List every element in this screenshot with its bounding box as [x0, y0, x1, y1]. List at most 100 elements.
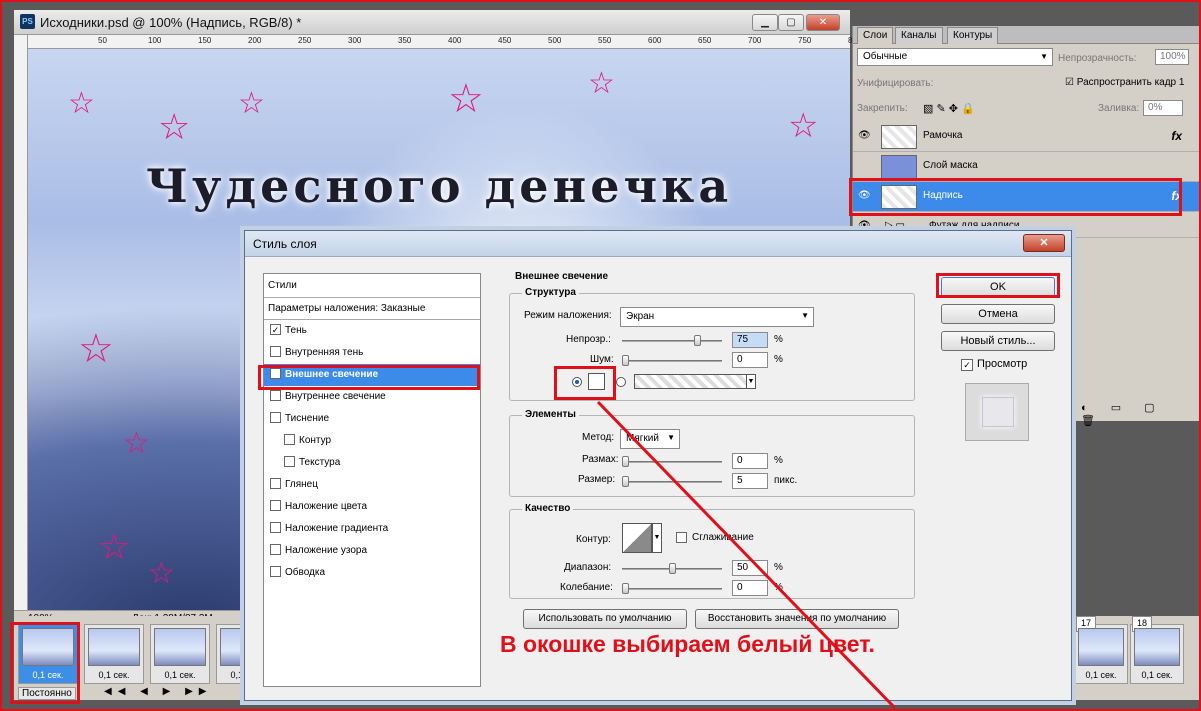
style-item[interactable]: Глянец — [264, 474, 480, 496]
style-item[interactable]: Наложение узора — [264, 540, 480, 562]
size-label: Размер: — [578, 474, 616, 485]
size-unit: пикс. — [774, 475, 798, 486]
layer-name: Надпись — [923, 190, 963, 201]
style-checkbox[interactable] — [270, 500, 281, 511]
style-item[interactable]: ✓ Тень — [264, 320, 480, 342]
style-item[interactable]: ✓ Внешнее свечение — [264, 364, 480, 386]
color-radio[interactable] — [572, 377, 582, 387]
maximize-button[interactable]: ▢ — [778, 14, 804, 31]
ruler-tick: 100 — [148, 36, 162, 45]
chevron-down-icon[interactable]: ▼ — [652, 523, 662, 553]
document-titlebar[interactable]: PS Исходники.psd @ 100% (Надпись, RGB/8)… — [14, 10, 850, 35]
style-checkbox[interactable] — [270, 522, 281, 533]
blend-options-item[interactable]: Параметры наложения: Заказные — [264, 298, 480, 320]
fx-icon[interactable]: fx — [1171, 189, 1182, 203]
star-decoration: ☆ — [588, 67, 615, 100]
frame-thumbnail — [1134, 628, 1180, 666]
style-item[interactable]: Обводка — [264, 562, 480, 584]
eye-icon[interactable] — [858, 160, 872, 172]
preview-checkbox[interactable]: ✓ — [961, 359, 973, 371]
close-button[interactable]: ✕ — [806, 14, 840, 31]
chevron-down-icon[interactable]: ▼ — [746, 374, 756, 389]
layer-row[interactable]: Слой маска — [853, 152, 1201, 182]
fill-input[interactable]: 0% — [1143, 100, 1183, 116]
style-checkbox[interactable] — [284, 434, 295, 445]
frame-thumbnail — [88, 628, 140, 666]
style-checkbox[interactable] — [270, 412, 281, 423]
method-select[interactable]: Мягкий ▼ — [620, 429, 680, 449]
animation-frame[interactable]: 0,1 сек. — [18, 624, 78, 684]
contour-picker[interactable] — [622, 523, 652, 553]
style-checkbox[interactable] — [270, 544, 281, 555]
spread-input[interactable]: 0 — [732, 453, 768, 469]
animation-frame[interactable]: 0,1 сек. — [150, 624, 210, 684]
jitter-input[interactable]: 0 — [732, 580, 768, 596]
range-input[interactable]: 50 — [732, 560, 768, 576]
style-item[interactable]: Внутреннее свечение — [264, 386, 480, 408]
reset-defaults-button[interactable]: Восстановить значения по умолчанию — [695, 609, 899, 629]
style-checkbox[interactable] — [270, 346, 281, 357]
preview-label: Просмотр — [977, 358, 1028, 370]
dialog-close-button[interactable]: ✕ — [1023, 234, 1065, 252]
style-checkbox[interactable]: ✓ — [270, 368, 281, 379]
style-checkbox[interactable] — [270, 566, 281, 577]
frame-delay[interactable]: 0,1 сек. — [19, 670, 77, 680]
layer-blend-mode[interactable]: Обычные ▼ — [857, 48, 1053, 66]
style-checkbox[interactable] — [270, 390, 281, 401]
frame-delay[interactable]: 0,1 сек. — [151, 670, 209, 680]
tab-paths[interactable]: Контуры — [947, 27, 999, 44]
dialog-title: Стиль слоя — [253, 237, 317, 251]
noise-slider[interactable] — [622, 355, 722, 367]
opacity-input[interactable]: 75 — [732, 332, 768, 348]
new-style-button[interactable]: Новый стиль... — [941, 331, 1055, 351]
style-checkbox[interactable] — [284, 456, 295, 467]
playback-controls[interactable]: ◀◀ ◀ ▶ ▶▶ — [104, 686, 212, 697]
style-item[interactable]: Наложение градиента — [264, 518, 480, 540]
loop-select[interactable]: Постоянно — [18, 687, 76, 700]
ok-button[interactable]: OK — [941, 277, 1055, 297]
fx-icon[interactable]: fx — [1171, 129, 1182, 143]
size-slider[interactable] — [622, 476, 722, 488]
size-input[interactable]: 5 — [732, 473, 768, 489]
style-item[interactable]: Тиснение — [264, 408, 480, 430]
propagate-checkbox[interactable]: ☑ Распространить кадр 1 — [1065, 77, 1184, 88]
layer-row[interactable]: 👁 Надпись fx — [853, 182, 1201, 212]
layer-row[interactable]: 👁 Рамочка fx — [853, 122, 1201, 152]
style-item[interactable]: Внутренняя тень — [264, 342, 480, 364]
frame-delay[interactable]: 0,1 сек. — [1131, 670, 1183, 680]
opacity-slider[interactable] — [622, 335, 722, 347]
spread-slider[interactable] — [622, 456, 722, 468]
style-checkbox[interactable] — [270, 478, 281, 489]
lock-icons[interactable]: ▧ ✎ ✥ 🔒 — [923, 102, 975, 115]
gradient-radio[interactable] — [616, 377, 626, 387]
cancel-button[interactable]: Отмена — [941, 304, 1055, 324]
style-checkbox[interactable]: ✓ — [270, 324, 281, 335]
blend-mode-select[interactable]: Экран ▼ — [620, 307, 814, 327]
eye-icon[interactable]: 👁 — [858, 130, 872, 142]
range-slider[interactable] — [622, 563, 722, 575]
style-item[interactable]: Текстура — [264, 452, 480, 474]
antialias-checkbox[interactable] — [676, 532, 687, 543]
tab-channels[interactable]: Каналы — [895, 27, 943, 44]
styles-header[interactable]: Стили — [264, 274, 480, 298]
jitter-slider[interactable] — [622, 583, 722, 595]
make-default-button[interactable]: Использовать по умолчанию — [523, 609, 687, 629]
frame-delay[interactable]: 0,1 сек. — [85, 670, 143, 680]
layer-panel-buttons[interactable]: ◐ ▭ ▢ 🗑 — [1081, 401, 1201, 427]
frame-delay[interactable]: 0,1 сек. — [1075, 670, 1127, 680]
gradient-picker[interactable] — [634, 374, 756, 389]
animation-frame[interactable]: 18 0,1 сек. — [1130, 616, 1184, 684]
style-item[interactable]: Контур — [264, 430, 480, 452]
style-preview — [965, 383, 1029, 441]
animation-frame[interactable]: 17 0,1 сек. — [1074, 616, 1128, 684]
dialog-titlebar[interactable]: Стиль слоя ✕ — [245, 231, 1071, 257]
tab-layers[interactable]: Слои — [857, 27, 894, 44]
animation-frame[interactable]: 0,1 сек. — [84, 624, 144, 684]
minimize-button[interactable]: ▁ — [752, 14, 778, 31]
glow-color-swatch[interactable] — [588, 373, 605, 390]
jitter-label: Колебание: — [560, 582, 613, 593]
layer-opacity-input[interactable]: 100% — [1155, 49, 1189, 65]
style-item[interactable]: Наложение цвета — [264, 496, 480, 518]
eye-icon[interactable]: 👁 — [858, 190, 872, 202]
noise-input[interactable]: 0 — [732, 352, 768, 368]
